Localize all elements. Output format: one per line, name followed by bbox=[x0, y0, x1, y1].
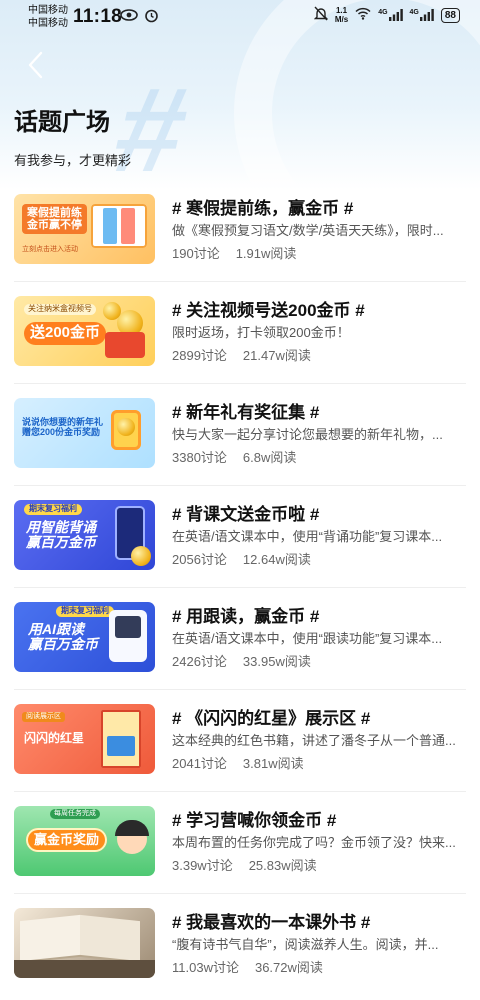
topic-item[interactable]: 阅读展示区 闪闪的红星 # 《闪闪的红星》展示区 # 这本经典的红色书籍，讲述了… bbox=[14, 690, 466, 792]
alarm-icon bbox=[144, 8, 159, 26]
network-speed: 1.1 M/s bbox=[335, 6, 348, 24]
topic-stats: 2426讨论 33.95w阅读 bbox=[172, 651, 311, 670]
topic-thumbnail: 说说你想要的新年礼 赠您200份金币奖励 bbox=[14, 398, 155, 468]
topic-item[interactable]: 期末复习福利 用智能背诵 赢百万金币 # 背课文送金币啦 # 在英语/语文课本中… bbox=[14, 486, 466, 588]
topic-stats: 2041讨论 3.81w阅读 bbox=[172, 753, 304, 772]
topic-item[interactable]: 说说你想要的新年礼 赠您200份金币奖励 # 新年礼有奖征集 # 快与大家一起分… bbox=[14, 384, 466, 486]
topic-item[interactable]: 每周任务完成 赢金币奖励 # 学习营喊你领金币 # 本周布置的任务你完成了吗？金… bbox=[14, 792, 466, 894]
page-subtitle: 有我参与，才更精彩 bbox=[14, 153, 132, 168]
thumbnail-text: 赢金币奖励 bbox=[26, 828, 108, 853]
discussion-count: 2426讨论 bbox=[172, 654, 227, 669]
thumbnail-text: 说说你想要的新年礼 赠您200份金币奖励 bbox=[22, 417, 104, 437]
signal-icon-2: 4G bbox=[410, 9, 434, 21]
topic-item[interactable]: 寒假提前练 金币赢不停 立刻点击进入活动 # 寒假提前练，赢金币 # 做《寒假预… bbox=[14, 180, 466, 282]
discussion-count: 11.03w讨论 bbox=[172, 960, 239, 975]
topic-description: 这本经典的红色书籍，讲述了潘冬子从一个普通... bbox=[172, 733, 456, 748]
topic-title: # 寒假提前练，赢金币 # bbox=[172, 199, 354, 218]
topic-stats: 2899讨论 21.47w阅读 bbox=[172, 345, 311, 364]
discussion-count: 3.39w讨论 bbox=[172, 858, 233, 873]
read-count: 6.8w阅读 bbox=[242, 450, 297, 465]
topic-item[interactable]: # 我最喜欢的一本课外书 # “腹有诗书气自华”，阅读滋养人生。阅读，并... … bbox=[14, 894, 466, 996]
topic-description: 限时返场，打卡领取200金币！ bbox=[172, 325, 350, 340]
topic-stats: 3.39w讨论 25.83w阅读 bbox=[172, 855, 317, 874]
back-button[interactable] bbox=[22, 48, 52, 82]
discussion-count: 3380讨论 bbox=[172, 450, 227, 465]
clock: 11:18 bbox=[73, 6, 123, 27]
read-count: 36.72w阅读 bbox=[254, 960, 323, 975]
carrier-2: 中国移动 bbox=[28, 18, 68, 29]
wifi-icon bbox=[355, 7, 371, 23]
topic-title: # 《闪闪的红星》展示区 # bbox=[172, 709, 371, 728]
mute-icon bbox=[313, 6, 329, 24]
thumbnail-text: 用AI跟读 赢百万金币 bbox=[28, 621, 98, 653]
thumbnail-text: 用智能背诵 赢百万金币 bbox=[26, 519, 96, 551]
topic-title: # 学习营喊你领金币 # bbox=[172, 811, 337, 830]
topic-description: 做《寒假预复习语文/数学/英语天天练》，限时... bbox=[172, 223, 444, 238]
topic-stats: 2056讨论 12.64w阅读 bbox=[172, 549, 311, 568]
read-count: 25.83w阅读 bbox=[248, 858, 317, 873]
eye-icon bbox=[120, 8, 138, 26]
hash-decoration: # bbox=[103, 63, 199, 190]
chevron-left-icon bbox=[28, 51, 43, 79]
discussion-count: 190讨论 bbox=[172, 246, 220, 261]
signal-icon: 4G bbox=[378, 9, 403, 21]
topic-stats: 190讨论 1.91w阅读 bbox=[172, 243, 296, 262]
discussion-count: 2056讨论 bbox=[172, 552, 227, 567]
signal-label-2: 4G bbox=[409, 9, 419, 16]
discussion-count: 2899讨论 bbox=[172, 348, 227, 363]
read-count: 33.95w阅读 bbox=[242, 654, 311, 669]
discussion-count: 2041讨论 bbox=[172, 756, 227, 771]
topic-title: # 新年礼有奖征集 # bbox=[172, 403, 320, 422]
topic-description: 在英语/语文课本中，使用“背诵功能”复习课本... bbox=[172, 529, 443, 544]
topic-description: “腹有诗书气自华”，阅读滋养人生。阅读，并... bbox=[172, 937, 439, 952]
thumbnail-text: 寒假提前练 金币赢不停 bbox=[22, 204, 87, 235]
topic-thumbnail: 阅读展示区 闪闪的红星 bbox=[14, 704, 155, 774]
topic-thumbnail bbox=[14, 908, 155, 978]
topic-thumbnail: 寒假提前练 金币赢不停 立刻点击进入活动 bbox=[14, 194, 155, 264]
topic-description: 快与大家一起分享讨论您最想要的新年礼物，... bbox=[172, 427, 443, 442]
topic-item[interactable]: 关注纳米盒视频号 送200金币 # 关注视频号送200金币 # 限时返场，打卡领… bbox=[14, 282, 466, 384]
topic-title: # 关注视频号送200金币 # bbox=[172, 301, 365, 320]
topic-description: 在英语/语文课本中，使用“跟读功能”复习课本... bbox=[172, 631, 443, 646]
topic-title: # 用跟读，赢金币 # bbox=[172, 607, 320, 626]
battery-indicator: 88 bbox=[440, 7, 460, 23]
read-count: 3.81w阅读 bbox=[242, 756, 304, 771]
thumbnail-subtext: 关注纳米盒视频号 bbox=[24, 304, 96, 315]
topic-thumbnail: 期末复习福利 用智能背诵 赢百万金币 bbox=[14, 500, 155, 570]
topic-stats: 3380讨论 6.8w阅读 bbox=[172, 447, 296, 466]
read-count: 1.91w阅读 bbox=[235, 246, 297, 261]
thumbnail-subtext: 期末复习福利 bbox=[56, 606, 114, 617]
thumbnail-text: 闪闪的红星 bbox=[24, 731, 85, 745]
topic-item[interactable]: 期末复习福利 用AI跟读 赢百万金币 # 用跟读，赢金币 # 在英语/语文课本中… bbox=[14, 588, 466, 690]
thumbnail-subtext: 立刻点击进入活动 bbox=[22, 246, 78, 253]
topic-thumbnail: 关注纳米盒视频号 送200金币 bbox=[14, 296, 155, 366]
thumbnail-subtext: 期末复习福利 bbox=[24, 504, 82, 515]
topic-title: # 我最喜欢的一本课外书 # bbox=[172, 913, 371, 932]
topic-title: # 背课文送金币啦 # bbox=[172, 505, 320, 524]
topic-thumbnail: 期末复习福利 用AI跟读 赢百万金币 bbox=[14, 602, 155, 672]
thumbnail-text: 送200金币 bbox=[24, 322, 107, 345]
net-speed-unit: M/s bbox=[334, 15, 349, 24]
status-icons-left bbox=[120, 8, 159, 26]
topic-list: 寒假提前练 金币赢不停 立刻点击进入活动 # 寒假提前练，赢金币 # 做《寒假预… bbox=[0, 180, 480, 996]
status-bar: 中国移动 中国移动 11:18 1.1 M/s 4G 4G 88 bbox=[0, 0, 480, 34]
topic-description: 本周布置的任务你完成了吗？金币领了没？快来... bbox=[172, 835, 456, 850]
signal-label-1: 4G bbox=[378, 9, 388, 16]
thumbnail-subtext: 阅读展示区 bbox=[22, 712, 65, 722]
carrier-info: 中国移动 中国移动 bbox=[28, 4, 68, 30]
page-title: 话题广场 bbox=[14, 109, 110, 136]
carrier-1: 中国移动 bbox=[28, 5, 68, 16]
net-speed-value: 1.1 bbox=[335, 6, 348, 15]
read-count: 12.64w阅读 bbox=[242, 552, 311, 567]
topic-stats: 11.03w讨论 36.72w阅读 bbox=[172, 957, 323, 976]
status-icons-right: 1.1 M/s 4G 4G 88 bbox=[313, 6, 460, 24]
thumbnail-subtext: 每周任务完成 bbox=[50, 809, 100, 819]
topic-thumbnail: 每周任务完成 赢金币奖励 bbox=[14, 806, 155, 876]
read-count: 21.47w阅读 bbox=[242, 348, 311, 363]
